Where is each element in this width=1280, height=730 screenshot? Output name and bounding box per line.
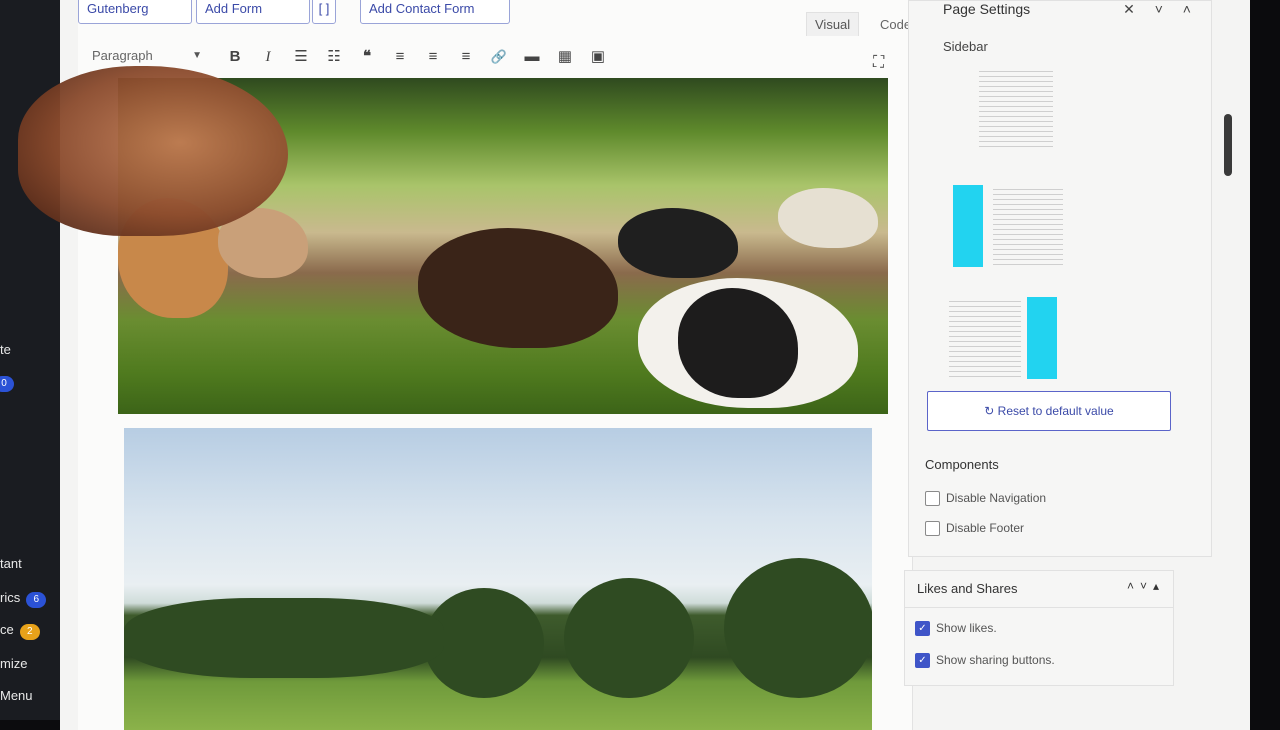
checkbox-checked[interactable]: ✓: [915, 621, 930, 637]
tree-shape: [124, 598, 444, 678]
admin-menu-item[interactable]: tant: [0, 556, 22, 571]
sidebar-bar: [953, 185, 983, 267]
shortcode-button[interactable]: [ ]: [312, 0, 336, 24]
classic-editor: Gutenberg Add Form [ ] Add Contact Form …: [18, 0, 913, 730]
format-select[interactable]: Paragraph ▼: [92, 44, 202, 68]
disable-navigation-option[interactable]: Disable Navigation: [925, 491, 1046, 507]
chevron-down-icon: ▼: [192, 50, 202, 61]
text-lines: [979, 71, 1053, 151]
admin-menu-item[interactable]: te: [0, 342, 11, 357]
text-lines: [949, 301, 1021, 377]
panel-title: Page Settings: [943, 1, 1031, 17]
gutenberg-button[interactable]: Gutenberg: [78, 0, 192, 24]
keyboard-icon[interactable]: ▦: [554, 46, 576, 68]
components-heading: Components: [925, 457, 999, 472]
show-likes-option[interactable]: ✓ Show likes.: [915, 621, 997, 637]
show-sharing-option[interactable]: ✓ Show sharing buttons.: [915, 653, 1055, 669]
tab-visual[interactable]: Visual: [806, 12, 860, 36]
goat-shape: [778, 188, 878, 248]
bold-icon[interactable]: B: [224, 46, 246, 68]
admin-menu-item[interactable]: ce 2: [0, 622, 40, 640]
pasture-image[interactable]: [124, 428, 872, 730]
divider: [905, 607, 1173, 608]
finger-overlay: [18, 66, 288, 236]
align-center-icon[interactable]: ≡: [422, 46, 444, 68]
checkbox[interactable]: [925, 521, 940, 537]
panel-title: Likes and Shares: [917, 581, 1018, 596]
italic-icon[interactable]: I: [257, 46, 279, 68]
kitchen-sink-icon[interactable]: ▣: [587, 46, 609, 68]
blockquote-icon[interactable]: ❝: [356, 46, 378, 68]
admin-menu-item[interactable]: Menu: [0, 688, 33, 703]
fullscreen-icon[interactable]: ⛶: [873, 54, 884, 72]
checkbox-checked[interactable]: ✓: [915, 653, 930, 669]
layout-left-sidebar[interactable]: [953, 185, 1073, 281]
checkbox[interactable]: [925, 491, 940, 507]
text-lines: [993, 189, 1063, 265]
sidebar-layout-label: Sidebar: [943, 39, 988, 54]
tree-shape: [564, 578, 694, 698]
admin-menu-item[interactable]: 0: [0, 374, 14, 392]
align-right-icon[interactable]: ≡: [455, 46, 477, 68]
bulleted-list-icon[interactable]: ☰: [290, 46, 312, 68]
tree-shape: [724, 558, 872, 698]
reset-icon: ↻: [984, 404, 995, 418]
count-badge: 6: [26, 592, 47, 608]
reset-default-button[interactable]: ↻ Reset to default value: [927, 391, 1171, 431]
page-settings-panel: Page Settings ✕ ˅ ˄ Sidebar ↻ Reset to d…: [908, 0, 1212, 557]
panel-controls[interactable]: ˄˅▴: [1127, 579, 1165, 593]
layout-right-sidebar[interactable]: [949, 297, 1069, 393]
count-badge: 2: [19, 624, 40, 640]
numbered-list-icon[interactable]: ☷: [323, 46, 345, 68]
panel-controls[interactable]: ✕ ˅ ˄: [1123, 1, 1199, 18]
align-left-icon[interactable]: ≡: [389, 46, 411, 68]
scrollbar[interactable]: [1224, 114, 1232, 176]
screen: Gutenberg Add Form [ ] Add Contact Form …: [18, 0, 1250, 730]
add-contact-form-button[interactable]: Add Contact Form: [360, 0, 510, 24]
read-more-icon[interactable]: ▬: [521, 46, 543, 68]
admin-menu-item[interactable]: mize: [0, 656, 27, 671]
goat-shape: [618, 208, 738, 278]
link-icon[interactable]: 🔗: [488, 46, 510, 68]
admin-menu-item[interactable]: rics 6: [0, 590, 47, 608]
sidebar-bar: [1027, 297, 1057, 379]
screen-bezel: [1250, 0, 1280, 720]
layout-no-sidebar[interactable]: [979, 71, 1099, 167]
count-badge: 0: [0, 376, 14, 392]
goat-shape: [418, 228, 618, 348]
likes-shares-panel: Likes and Shares ˄˅▴ ✓ Show likes. ✓ Show …: [904, 570, 1174, 686]
add-form-button[interactable]: Add Form: [196, 0, 310, 24]
editor-toolbar: Paragraph ▼ B I ☰ ☷ ❝ ≡ ≡ ≡ 🔗 ▬ ▦ ▣: [92, 40, 912, 74]
disable-footer-option[interactable]: Disable Footer: [925, 521, 1024, 537]
